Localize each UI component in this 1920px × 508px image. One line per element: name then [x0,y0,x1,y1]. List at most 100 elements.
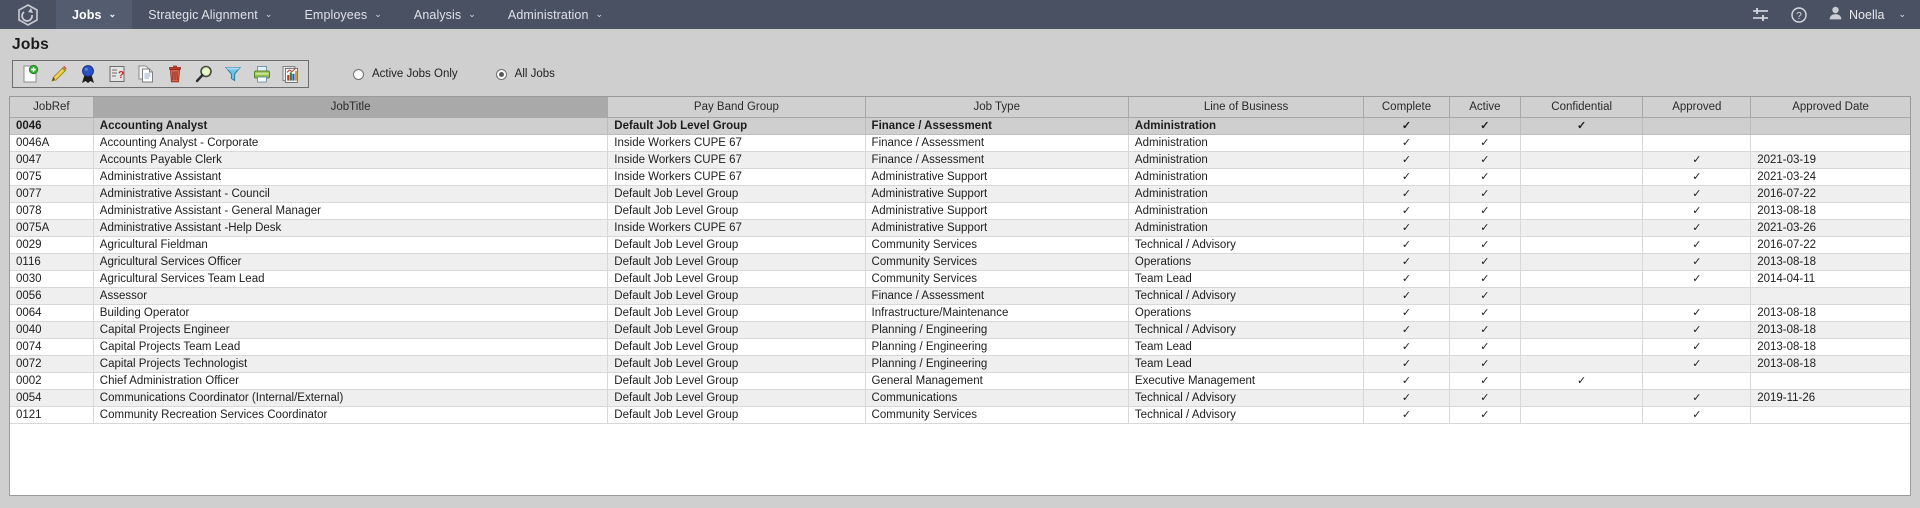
cell-active: ✓ [1449,338,1521,356]
nav-item-administration-label: Administration [507,7,589,22]
radio-active-jobs-only-indicator[interactable] [353,68,364,80]
cell-confidential [1520,151,1644,169]
print-button[interactable] [248,62,276,86]
cell-jobref: 0075A [10,219,94,237]
cell-approved: ✓ [1642,219,1752,237]
cell-approved: ✓ [1642,185,1752,203]
cell-approved-date: 2016-07-22 [1750,236,1910,254]
user-menu[interactable]: Noella ⌄ [1829,6,1906,23]
jobs-grid: JobRef JobTitle Pay Band Group Job Type … [10,97,1910,424]
table-row[interactable]: 0078 Administrative Assistant - General M… [10,202,1910,220]
svg-text:?: ? [1796,11,1802,22]
toolbar-row: ? Active Jobs Only All Jobs [0,58,1920,90]
column-header-active[interactable]: Active [1449,97,1521,118]
table-row[interactable]: 0056 Assessor Default Job Level Group Finan… [10,287,1910,305]
cell-jobtitle: Assessor [93,287,609,305]
table-row[interactable]: 0075 Administrative Assistant Inside Worke… [10,168,1910,186]
cell-approved-date: 2013-08-18 [1750,304,1910,322]
header-row: JobRef JobTitle Pay Band Group Job Type … [10,97,1910,118]
cell-approved-date [1750,134,1910,152]
filter-button[interactable] [219,62,247,86]
cell-pay-band-group: Default Job Level Group [607,406,866,424]
cell-jobref: 0074 [10,338,94,356]
table-row[interactable]: 0040 Capital Projects Engineer Default Job… [10,321,1910,339]
new-job-button[interactable] [16,62,44,86]
questionnaire-button[interactable]: ? [103,62,131,86]
copy-job-button[interactable] [132,62,160,86]
table-row[interactable]: 0077 Administrative Assistant - Council De… [10,185,1910,203]
radio-all-jobs-indicator[interactable] [495,68,507,80]
cell-jobtitle: Agricultural Fieldman [93,236,609,254]
cell-approved: ✓ [1642,406,1752,424]
table-row[interactable]: 0116 Agricultural Services Officer Default… [10,253,1910,271]
table-row[interactable]: 0121 Community Recreation Services Coordi… [10,406,1910,424]
cell-active: ✓ [1449,372,1521,390]
nav-item-employees[interactable]: Employees ⌄ [289,0,398,29]
radio-all-jobs-label: All Jobs [514,68,555,80]
nav-item-jobs[interactable]: Jobs ⌄ [56,0,133,29]
cell-pay-band-group: Default Job Level Group [607,202,866,220]
cell-complete: ✓ [1363,202,1450,220]
search-button[interactable] [190,62,218,86]
column-header-jobref[interactable]: JobRef [10,97,94,118]
table-row[interactable]: 0075A Administrative Assistant -Help Desk… [10,219,1910,237]
nav-item-analysis[interactable]: Analysis ⌄ [398,0,492,29]
cell-active: ✓ [1449,321,1521,339]
cell-jobtitle: Capital Projects Team Lead [93,338,609,356]
column-header-approved-date[interactable]: Approved Date [1750,97,1910,118]
edit-job-button[interactable] [45,62,73,86]
cell-jobref: 0046 [10,117,94,135]
nav-item-administration[interactable]: Administration ⌄ [492,0,619,29]
chevron-down-icon: ⌄ [374,9,382,19]
table-row[interactable]: 0002 Chief Administration Officer Default … [10,372,1910,390]
column-header-approved[interactable]: Approved [1642,97,1752,118]
radio-active-jobs-only[interactable]: Active Jobs Only [353,68,458,80]
cell-active: ✓ [1449,168,1521,186]
approve-job-button[interactable] [74,62,102,86]
cell-job-type: Administrative Support [865,202,1129,220]
jobs-grid-container[interactable]: JobRef JobTitle Pay Band Group Job Type … [9,96,1911,496]
cell-active: ✓ [1449,117,1521,135]
table-row[interactable]: 0046A Accounting Analyst - Corporate Insid… [10,134,1910,152]
cell-pay-band-group: Default Job Level Group [607,355,866,373]
cell-job-type: Planning / Engineering [865,321,1129,339]
column-header-complete[interactable]: Complete [1363,97,1450,118]
nav-item-strategic-alignment[interactable]: Strategic Alignment ⌄ [132,0,288,29]
table-row[interactable]: 0047 Accounts Payable Clerk Inside Workers… [10,151,1910,169]
table-row[interactable]: 0046 Accounting Analyst Default Job Level … [10,117,1910,135]
table-row[interactable]: 0064 Building Operator Default Job Level G… [10,304,1910,322]
cell-jobref: 0002 [10,372,94,390]
delete-job-button[interactable] [161,62,189,86]
user-name: Noella [1849,7,1885,22]
action-toolbar: ? [12,60,309,88]
cell-confidential [1520,270,1644,288]
chevron-down-icon: ⌄ [468,9,476,19]
table-row[interactable]: 0054 Communications Coordinator (Internal… [10,389,1910,407]
printer-icon [254,66,270,83]
cell-confidential [1520,253,1644,271]
cell-confidential: ✓ [1520,372,1644,390]
table-row[interactable]: 0072 Capital Projects Technologist Default… [10,355,1910,373]
cell-job-type: Community Services [865,406,1129,424]
column-header-line-of-business[interactable]: Line of Business [1128,97,1365,118]
cell-approved: ✓ [1642,304,1752,322]
table-row[interactable]: 0029 Agricultural Fieldman Default Job Lev… [10,236,1910,254]
table-row[interactable]: 0030 Agricultural Services Team Lead Defau… [10,270,1910,288]
cell-jobtitle: Capital Projects Technologist [93,355,609,373]
column-header-confidential[interactable]: Confidential [1520,97,1644,118]
radio-all-jobs[interactable]: All Jobs [495,68,555,80]
reports-button[interactable] [277,62,305,86]
cell-job-type: Community Services [865,236,1129,254]
column-header-job-type[interactable]: Job Type [865,97,1129,118]
page-title: Jobs [12,36,49,53]
table-row[interactable]: 0074 Capital Projects Team Lead Default Jo… [10,338,1910,356]
sliders-icon[interactable] [1752,7,1769,22]
column-header-jobtitle[interactable]: JobTitle [93,97,609,118]
app-logo[interactable] [0,0,56,29]
cell-approved [1642,287,1752,305]
column-header-pay-band-group[interactable]: Pay Band Group [607,97,866,118]
top-navbar: Jobs ⌄ Strategic Alignment ⌄ Employees ⌄… [0,0,1920,29]
question-circle-icon[interactable]: ? [1791,6,1807,23]
cell-approved: ✓ [1642,321,1752,339]
magnifier-icon [195,65,212,83]
